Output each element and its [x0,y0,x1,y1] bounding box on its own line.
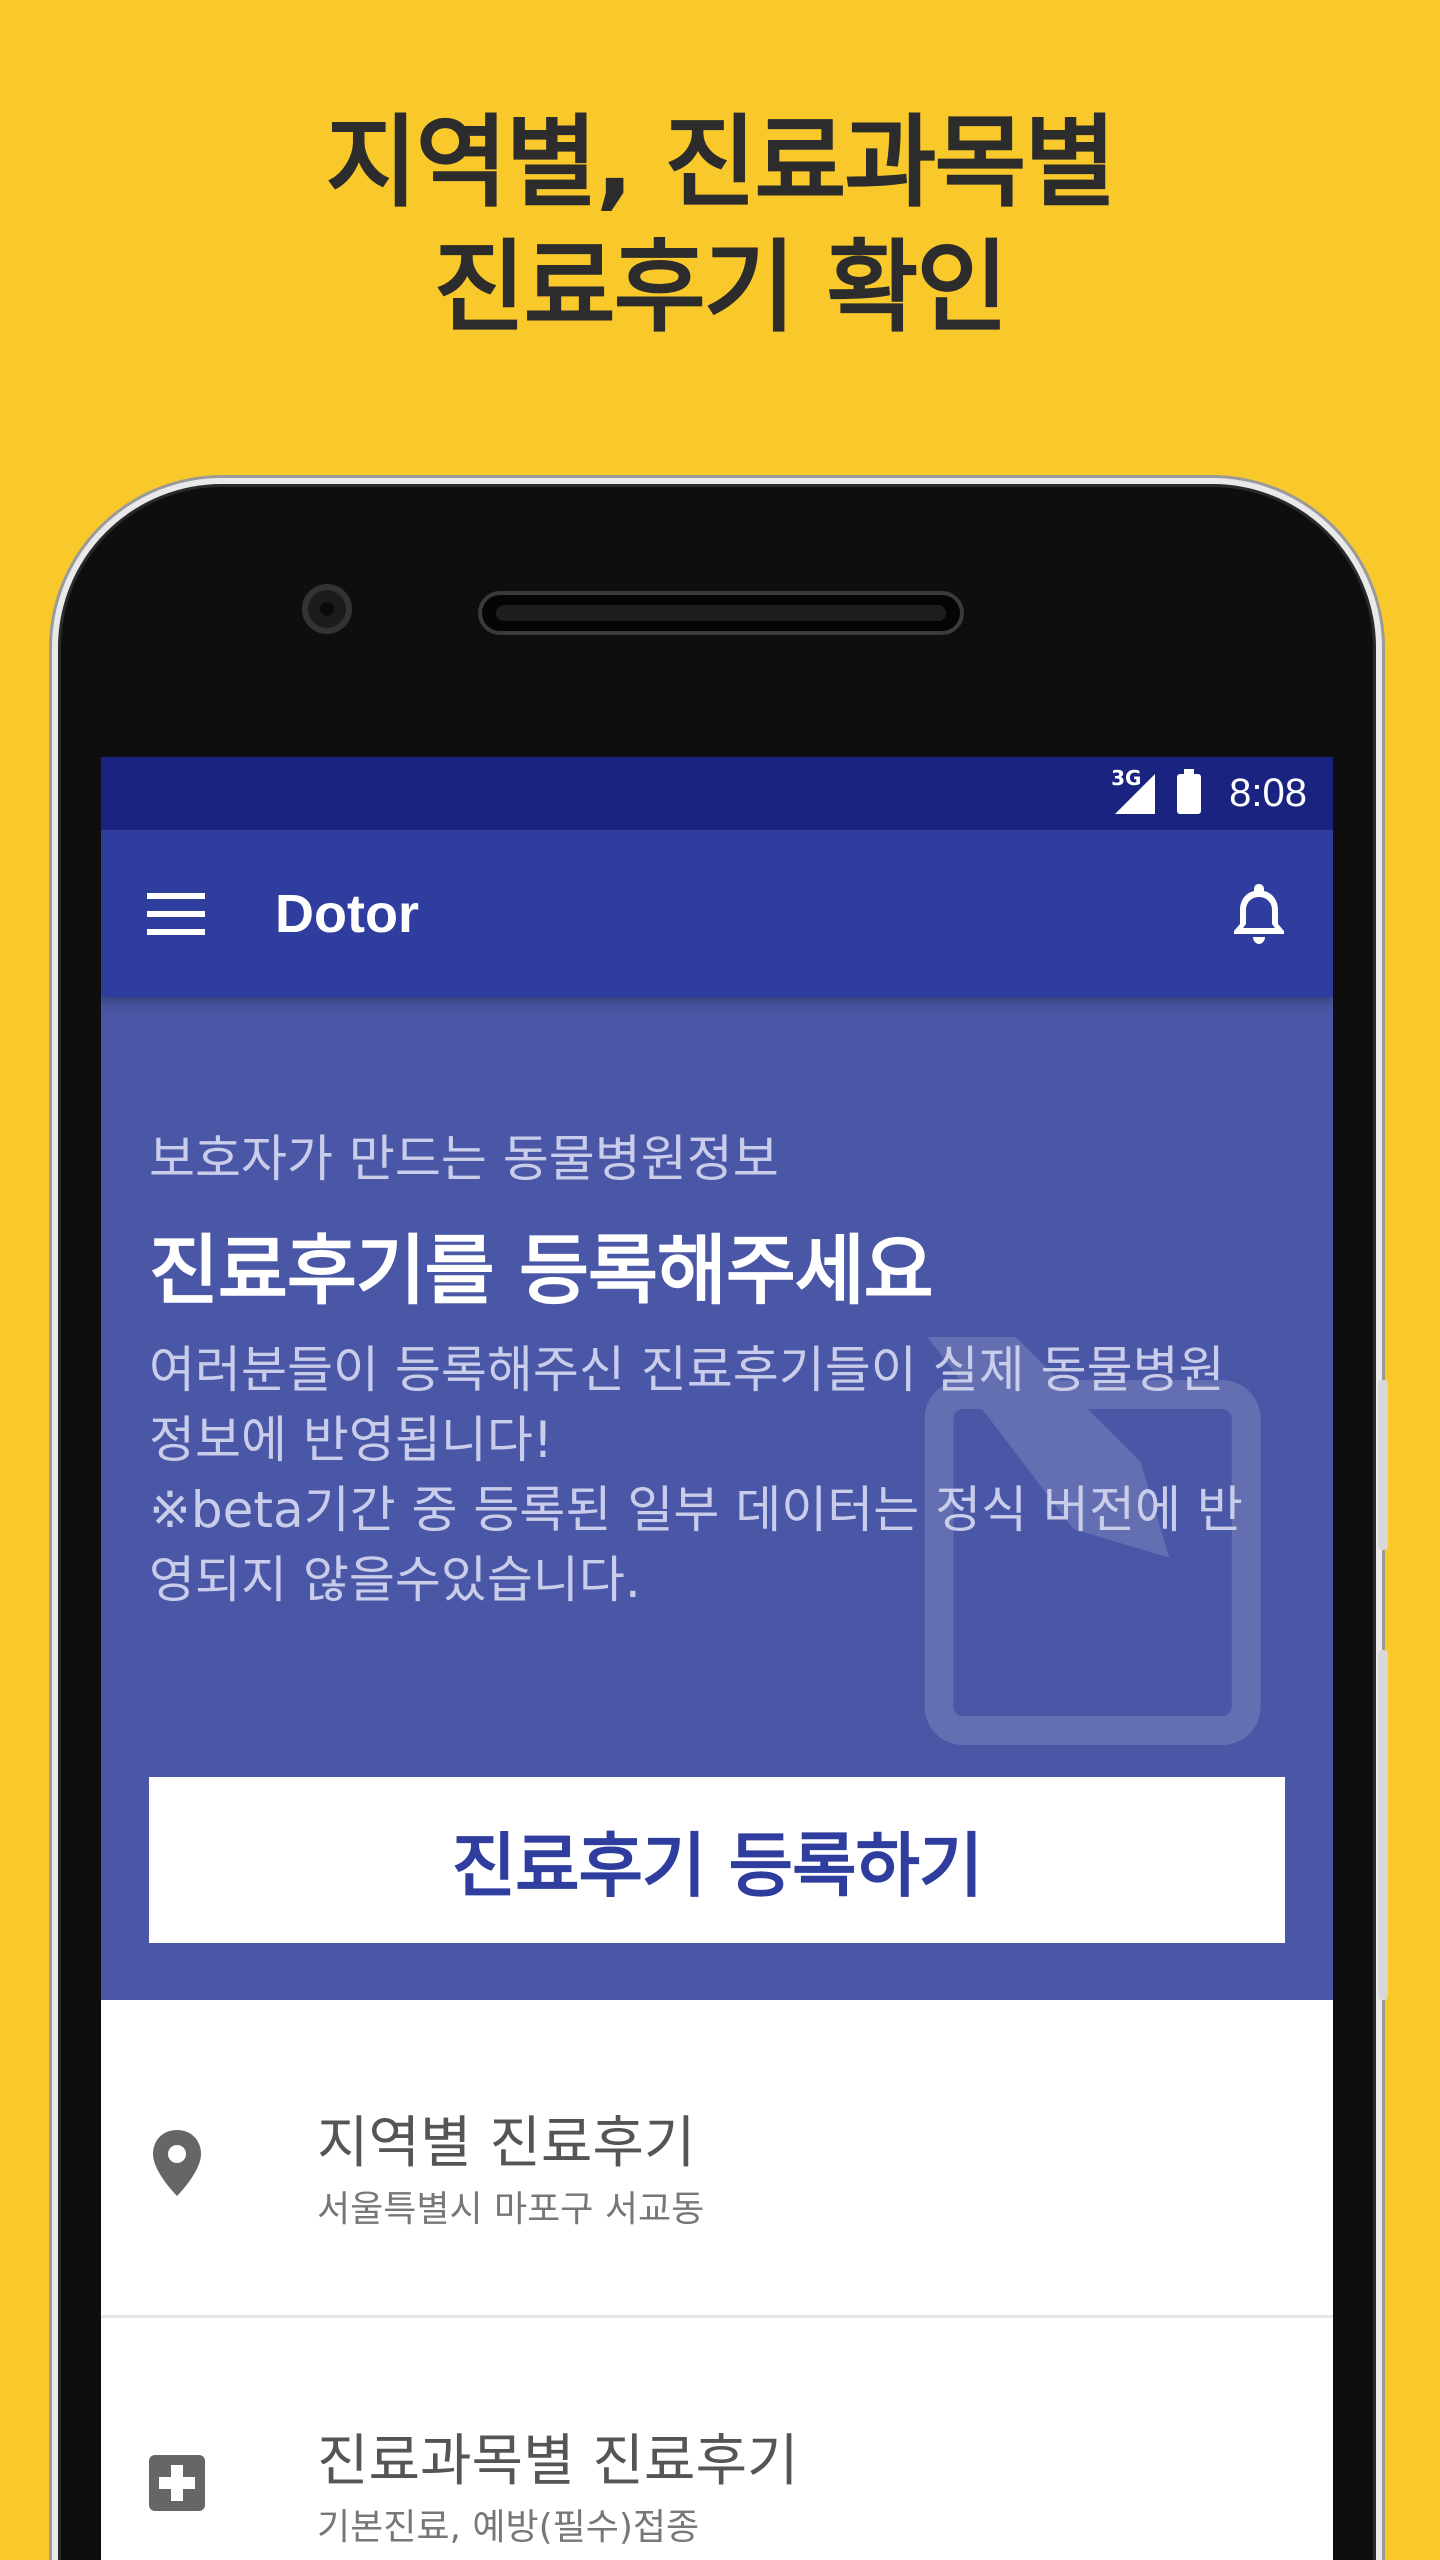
hero-subtitle: 보호자가 만드는 동물병원정보 [149,1130,779,1188]
power-button [1378,1650,1388,2000]
promo-headline-line2: 진료후기 확인 [433,229,1009,346]
location-pin-icon [153,2130,201,2196]
earpiece-speaker [478,591,964,635]
status-time: 8:08 [1229,771,1307,815]
hero-description-line: 영되지 않을수있습니다. [149,1551,641,1609]
hero-title: 진료후기를 등록해주세요 [149,1226,934,1315]
list-item-title: 진료과목별 진료후기 [317,2429,799,2494]
network-type-label: 3G [1111,765,1142,790]
hero-description-line: 여러분들이 등록해주신 진료후기들이 실제 동물병원 [149,1341,1225,1399]
list-item-specialty-reviews[interactable]: 진료과목별 진료후기 기본진료, 예방(필수)접종 [101,2318,1333,2560]
battery-icon [1177,768,1202,814]
hero-description: 여러분들이 등록해주신 진료후기들이 실제 동물병원 정보에 반영됩니다! ※b… [149,1335,1309,1615]
hero-description-line: ※beta기간 중 등록된 일부 데이터는 정식 버전에 반 [149,1481,1243,1539]
app-title: Dotor [275,883,419,944]
list-item-regional-reviews[interactable]: 지역별 진료후기 서울특별시 마포구 서교동 [101,2000,1333,2318]
list-item-subtitle: 서울특별시 마포구 서교동 [317,2189,705,2230]
list-item-title: 지역별 진료후기 [317,2111,696,2176]
hamburger-menu-icon[interactable] [147,892,205,935]
signal-icon: 3G [1111,766,1156,814]
app-bar: Dotor [101,830,1333,997]
status-bar: 3G 8:08 [101,757,1333,830]
review-hero-section: 보호자가 만드는 동물병원정보 진료후기를 등록해주세요 여러분들이 등록해주신… [101,997,1333,2000]
bell-icon[interactable] [1229,880,1289,946]
front-camera [302,584,352,634]
promo-headline: 지역별, 진료과목별 진료후기 확인 [0,100,1440,350]
app-screen: 3G 8:08 Dotor 보호자가 만드는 동물병원정보 진료후기를 등록해주… [101,757,1333,2560]
list-item-subtitle: 기본진료, 예방(필수)접종 [317,2507,700,2548]
hero-description-line: 정보에 반영됩니다! [149,1411,553,1469]
volume-button [1378,1380,1388,1550]
medical-cross-icon [149,2455,205,2511]
promo-headline-line1: 지역별, 진료과목별 [325,104,1117,221]
register-review-button[interactable]: 진료후기 등록하기 [149,1777,1285,1943]
